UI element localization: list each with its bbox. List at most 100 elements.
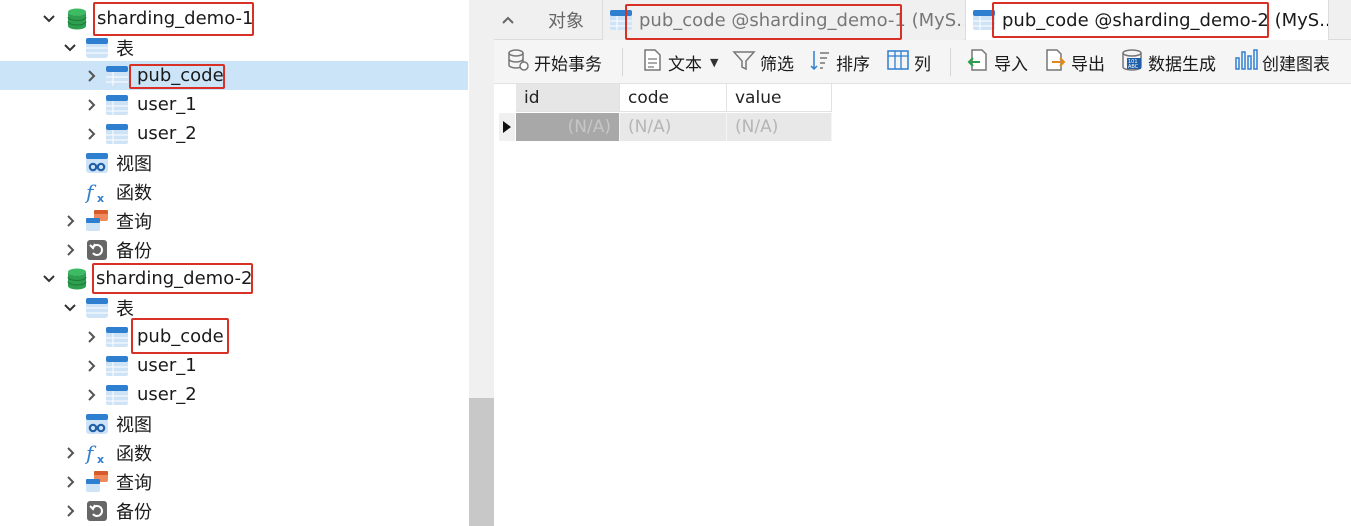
data-generator-icon: 101 ABC <box>1120 48 1144 77</box>
folder-label: 查询 <box>116 472 152 494</box>
table-name: user_1 <box>137 355 197 376</box>
chevron-down-icon[interactable] <box>63 301 77 315</box>
table-icon <box>105 122 129 146</box>
toolbar-label: 排序 <box>836 54 870 75</box>
filter-icon <box>732 48 756 77</box>
query-icon <box>85 209 109 233</box>
tree-backups-folder[interactable]: 备份 <box>0 235 468 264</box>
toolbar-label: 创建图表 <box>1262 54 1330 75</box>
table-icon <box>105 64 129 88</box>
column-header-label: code <box>628 87 669 108</box>
text-view-button[interactable]: 文本 ▼ <box>640 40 718 84</box>
table-icon <box>609 8 633 32</box>
tree-db-sharding-demo-1[interactable]: sharding_demo-1 <box>0 4 468 33</box>
table-icon <box>105 383 129 407</box>
chevron-right-icon[interactable] <box>63 446 77 460</box>
tab-pub-code-demo-2[interactable]: pub_code @sharding_demo-2 (MyS... <box>965 0 1329 40</box>
view-icon <box>85 151 109 175</box>
backup-icon <box>85 238 109 262</box>
table-icon <box>105 354 129 378</box>
export-button[interactable]: 导出 <box>1043 40 1105 84</box>
sort-button[interactable]: 排序 <box>808 40 870 84</box>
tab-objects[interactable]: 对象 <box>530 0 602 40</box>
tree-queries-folder[interactable]: 查询 <box>0 467 468 496</box>
tree-table-item[interactable]: user_2 <box>0 380 468 409</box>
chevron-right-icon[interactable] <box>84 69 98 83</box>
folder-label: 函数 <box>116 182 152 204</box>
table-icon <box>105 93 129 117</box>
tree-tables-folder[interactable]: 表 <box>0 293 468 322</box>
tab-pub-code-demo-1[interactable]: pub_code @sharding_demo-1 (MyS... <box>602 0 964 40</box>
chevron-right-icon[interactable] <box>63 475 77 489</box>
folder-label: 备份 <box>116 501 152 523</box>
tree-views-folder[interactable]: 视图 <box>0 409 468 438</box>
tables-folder-icon <box>85 36 109 60</box>
table-name: user_1 <box>137 94 197 115</box>
chevron-right-icon[interactable] <box>84 127 98 141</box>
toolbar-label: 开始事务 <box>534 54 602 75</box>
table-name: user_2 <box>137 123 197 144</box>
table-name: user_2 <box>137 384 197 405</box>
generate-data-button[interactable]: 101 ABC 数据生成 <box>1120 40 1216 84</box>
tree-backups-folder[interactable]: 备份 <box>0 496 468 525</box>
column-header-value[interactable]: value <box>727 84 832 112</box>
chevron-right-icon[interactable] <box>84 388 98 402</box>
folder-label: 查询 <box>116 211 152 233</box>
tree-queries-folder[interactable]: 查询 <box>0 206 468 235</box>
table-name: pub_code <box>137 65 224 86</box>
tree-table-item[interactable]: user_1 <box>0 351 468 380</box>
tree-functions-folder[interactable]: fx 函数 <box>0 177 468 206</box>
chevron-down-icon[interactable] <box>42 12 56 26</box>
create-chart-button[interactable]: 创建图表 <box>1234 40 1330 84</box>
chevron-right-icon[interactable] <box>84 98 98 112</box>
tree-db-sharding-demo-2[interactable]: sharding_demo-2 <box>0 264 468 293</box>
chart-icon <box>1234 48 1258 77</box>
folder-label: 备份 <box>116 240 152 262</box>
tree-tables-folder[interactable]: 表 <box>0 33 468 62</box>
document-icon <box>640 48 664 77</box>
grid-cell[interactable]: (N/A) <box>727 113 832 141</box>
chevron-up-icon[interactable] <box>494 0 522 40</box>
folder-label: 表 <box>116 38 134 60</box>
grid-cell[interactable]: (N/A) <box>620 113 727 141</box>
column-header-code[interactable]: code <box>620 84 727 112</box>
tree-views-folder[interactable]: 视图 <box>0 148 468 177</box>
toolbar-divider <box>622 48 623 76</box>
columns-icon <box>886 48 910 77</box>
table-icon <box>105 325 129 349</box>
chevron-right-icon[interactable] <box>63 214 77 228</box>
column-header-label: value <box>735 87 782 108</box>
tree-scrollbar[interactable] <box>469 0 494 526</box>
folder-label: 表 <box>116 298 134 320</box>
scrollbar-thumb[interactable] <box>469 398 494 526</box>
cell-value: (N/A) <box>735 117 779 137</box>
db-name: sharding_demo-2 <box>96 268 253 289</box>
columns-button[interactable]: 列 <box>886 40 931 84</box>
svg-text:f: f <box>85 180 97 204</box>
filter-button[interactable]: 筛选 <box>732 40 794 84</box>
chevron-right-icon[interactable] <box>84 330 98 344</box>
sort-icon <box>808 48 832 77</box>
tree-table-item[interactable]: pub_code <box>0 61 468 90</box>
dropdown-arrow-icon[interactable]: ▼ <box>710 56 718 69</box>
navigation-tree: sharding_demo-1 表 pub_code user_1 user_2… <box>0 0 468 526</box>
function-icon: fx <box>84 441 109 466</box>
chevron-right-icon[interactable] <box>63 504 77 518</box>
current-row-marker-icon <box>499 113 515 141</box>
chevron-down-icon[interactable] <box>42 272 56 286</box>
tab-label: 对象 <box>548 11 584 32</box>
chevron-down-icon[interactable] <box>63 41 77 55</box>
tree-table-item[interactable]: pub_code <box>0 322 468 351</box>
tree-table-item[interactable]: user_1 <box>0 90 468 119</box>
tree-functions-folder[interactable]: fx 函数 <box>0 438 468 467</box>
chevron-right-icon[interactable] <box>84 359 98 373</box>
column-header-id[interactable]: id <box>516 84 620 112</box>
begin-transaction-button[interactable]: 开始事务 <box>506 40 602 84</box>
import-button[interactable]: 导入 <box>966 40 1028 84</box>
svg-text:ABC: ABC <box>1128 64 1139 70</box>
tree-table-item[interactable]: user_2 <box>0 119 468 148</box>
grid-cell[interactable]: (N/A) <box>516 113 620 141</box>
chevron-right-icon[interactable] <box>63 243 77 257</box>
folder-label: 视图 <box>116 414 152 436</box>
folder-label: 视图 <box>116 153 152 175</box>
